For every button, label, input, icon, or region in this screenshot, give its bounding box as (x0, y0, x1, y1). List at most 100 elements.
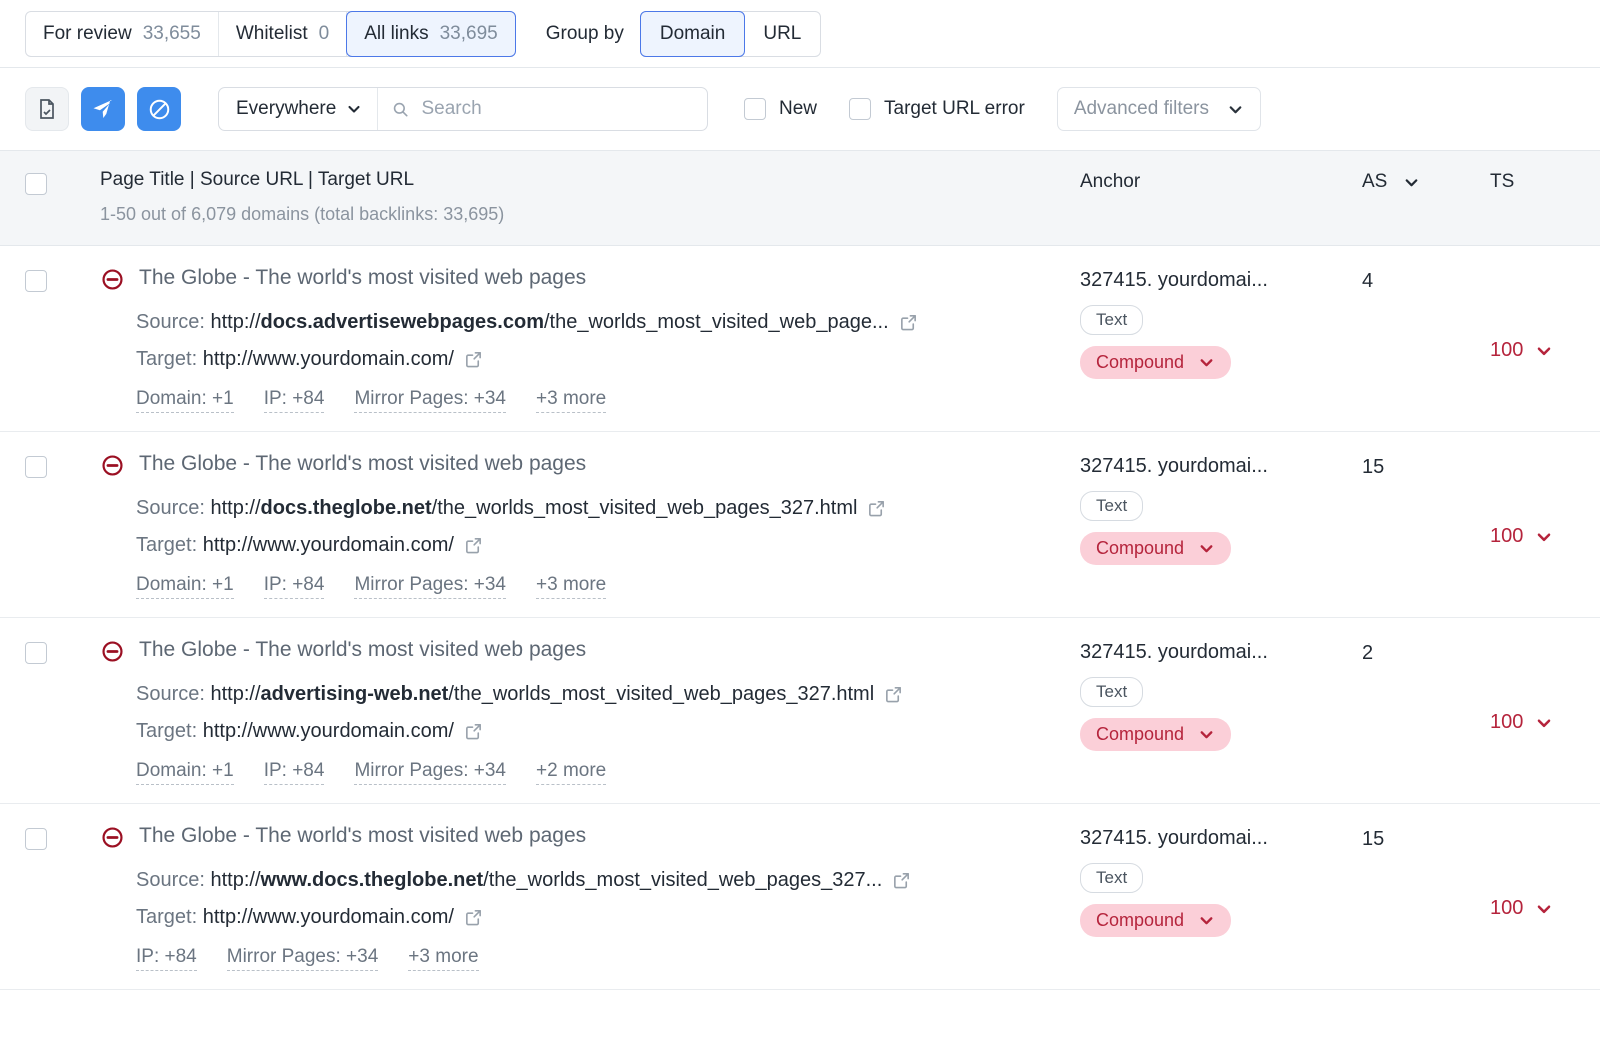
anchor-compound-label: Compound (1096, 538, 1185, 558)
row-target-url[interactable]: http://www.yourdomain.com/ (203, 906, 454, 929)
row-ts-value: 100 (1490, 339, 1524, 361)
row-meta-link[interactable]: Mirror Pages: +34 (354, 760, 506, 785)
target-url-error-checkbox[interactable] (849, 98, 872, 120)
select-all-checkbox[interactable] (25, 173, 47, 195)
header-main-column: Page Title | Source URL | Target URL 1-5… (100, 151, 1080, 225)
row-meta-link[interactable]: +3 more (536, 388, 607, 413)
advanced-filters-button[interactable]: Advanced filters (1056, 87, 1261, 131)
anchor-type-badge[interactable]: Text (1080, 305, 1144, 335)
search-scope-dropdown[interactable]: Everywhere (219, 88, 379, 130)
table-row: The Globe - The world's most visited web… (0, 432, 1600, 618)
row-meta-link[interactable]: +3 more (408, 946, 479, 971)
group-by-url[interactable]: URL (744, 12, 820, 56)
row-ts-value: 100 (1490, 525, 1524, 547)
filter-target-url-error-label: Target URL error (884, 98, 1025, 119)
disavow-minus-icon[interactable] (100, 453, 125, 483)
export-file-icon[interactable] (25, 87, 69, 131)
row-meta-link[interactable]: Mirror Pages: +34 (354, 388, 506, 413)
anchor-compound-badge[interactable]: Compound (1080, 904, 1232, 937)
row-target-url[interactable]: http://www.yourdomain.com/ (203, 534, 454, 557)
row-ts-cell[interactable]: 100 (1490, 432, 1600, 617)
group-by-domain[interactable]: Domain (639, 10, 746, 57)
search-field (378, 88, 707, 130)
open-target-external-link-icon[interactable] (464, 722, 483, 741)
row-source-url[interactable]: http://www.docs.theglobe.net/the_worlds_… (211, 869, 883, 892)
block-domain-icon[interactable] (137, 87, 181, 131)
row-meta-link[interactable]: +2 more (536, 760, 607, 785)
anchor-type-badge[interactable]: Text (1080, 863, 1144, 893)
table-header-row: Page Title | Source URL | Target URL 1-5… (0, 150, 1600, 246)
row-checkbox[interactable] (25, 642, 47, 664)
row-target-url[interactable]: http://www.yourdomain.com/ (203, 348, 454, 371)
open-target-external-link-icon[interactable] (464, 908, 483, 927)
row-page-title: The Globe - The world's most visited web… (139, 638, 587, 661)
anchor-compound-badge[interactable]: Compound (1080, 718, 1232, 751)
row-ts-cell[interactable]: 100 (1490, 246, 1600, 431)
row-main-cell: The Globe - The world's most visited web… (100, 618, 1080, 803)
row-checkbox[interactable] (25, 456, 47, 478)
open-target-external-link-icon[interactable] (464, 350, 483, 369)
row-select-cell (0, 246, 100, 431)
row-meta-link[interactable]: IP: +84 (136, 946, 197, 971)
row-anchor-text: 327415. yourdomai... (1080, 641, 1268, 663)
row-meta-link[interactable]: IP: +84 (263, 574, 325, 599)
row-target-line: Target: http://www.yourdomain.com/ (100, 720, 1080, 743)
chevron-down-icon (1538, 533, 1551, 541)
row-as-value: 15 (1362, 456, 1385, 478)
row-meta-link[interactable]: Mirror Pages: +34 (226, 946, 379, 971)
row-meta-links: Domain: +1 IP: +84 Mirror Pages: +34 +3 mor… (100, 388, 1080, 413)
top-tab-bar: For review 33,655 Whitelist 0 All links … (0, 0, 1600, 68)
row-source-label: Source: (136, 497, 205, 519)
row-checkbox[interactable] (25, 270, 47, 292)
anchor-type-badge[interactable]: Text (1080, 491, 1144, 521)
row-ts-cell[interactable]: 100 (1490, 804, 1600, 989)
open-target-external-link-icon[interactable] (464, 536, 483, 555)
tab-for-review[interactable]: For review 33,655 (26, 11, 219, 56)
row-anchor-cell: 327415. yourdomai... Text Compound (1080, 432, 1362, 617)
header-anchor-label: Anchor (1080, 171, 1141, 192)
tab-for-review-label: For review (43, 22, 132, 44)
row-source-url[interactable]: http://docs.advertisewebpages.com/the_wo… (211, 311, 889, 334)
row-meta-link[interactable]: Mirror Pages: +34 (354, 574, 506, 599)
filter-new[interactable]: New (744, 98, 817, 120)
row-target-label: Target: (136, 906, 198, 928)
tab-all-links-count: 33,695 (439, 22, 498, 44)
row-target-url[interactable]: http://www.yourdomain.com/ (203, 720, 454, 743)
row-checkbox[interactable] (25, 828, 47, 850)
anchor-type-badge[interactable]: Text (1080, 677, 1144, 707)
row-ts-value: 100 (1490, 897, 1524, 919)
tab-all-links[interactable]: All links 33,695 (346, 10, 516, 57)
row-meta-link[interactable]: IP: +84 (263, 388, 325, 413)
advanced-filters-label: Advanced filters (1073, 98, 1209, 119)
row-source-url[interactable]: http://docs.theglobe.net/the_worlds_most… (211, 497, 858, 520)
row-source-label: Source: (136, 311, 205, 333)
open-source-external-link-icon[interactable] (867, 499, 886, 518)
tab-whitelist[interactable]: Whitelist 0 (219, 11, 348, 56)
row-meta-link[interactable]: Domain: +1 (136, 388, 234, 413)
disavow-minus-icon[interactable] (100, 825, 125, 855)
disavow-minus-icon[interactable] (100, 267, 125, 297)
header-as-column[interactable]: AS (1362, 151, 1490, 193)
new-checkbox[interactable] (744, 98, 766, 120)
row-meta-link[interactable]: Domain: +1 (136, 760, 234, 785)
open-source-external-link-icon[interactable] (892, 871, 911, 890)
filter-target-url-error[interactable]: Target URL error (849, 98, 1025, 120)
chevron-down-icon (348, 105, 360, 113)
row-meta-link[interactable]: Domain: +1 (136, 574, 234, 599)
send-disavow-icon[interactable] (81, 87, 125, 131)
row-source-label: Source: (136, 683, 205, 705)
open-source-external-link-icon[interactable] (899, 313, 918, 332)
row-meta-link[interactable]: +3 more (536, 574, 607, 599)
row-meta-links: Domain: +1 IP: +84 Mirror Pages: +34 +3 mor… (100, 574, 1080, 599)
chevron-down-icon (1538, 719, 1551, 727)
row-meta-link[interactable]: IP: +84 (263, 760, 325, 785)
anchor-compound-badge[interactable]: Compound (1080, 346, 1232, 379)
search-input[interactable] (419, 97, 707, 121)
anchor-compound-badge[interactable]: Compound (1080, 532, 1232, 565)
open-source-external-link-icon[interactable] (884, 685, 903, 704)
row-ts-cell[interactable]: 100 (1490, 618, 1600, 803)
row-target-line: Target: http://www.yourdomain.com/ (100, 906, 1080, 929)
disavow-minus-icon[interactable] (100, 639, 125, 669)
search-icon (394, 102, 408, 116)
row-source-url[interactable]: http://advertising-web.net/the_worlds_mo… (211, 683, 875, 706)
